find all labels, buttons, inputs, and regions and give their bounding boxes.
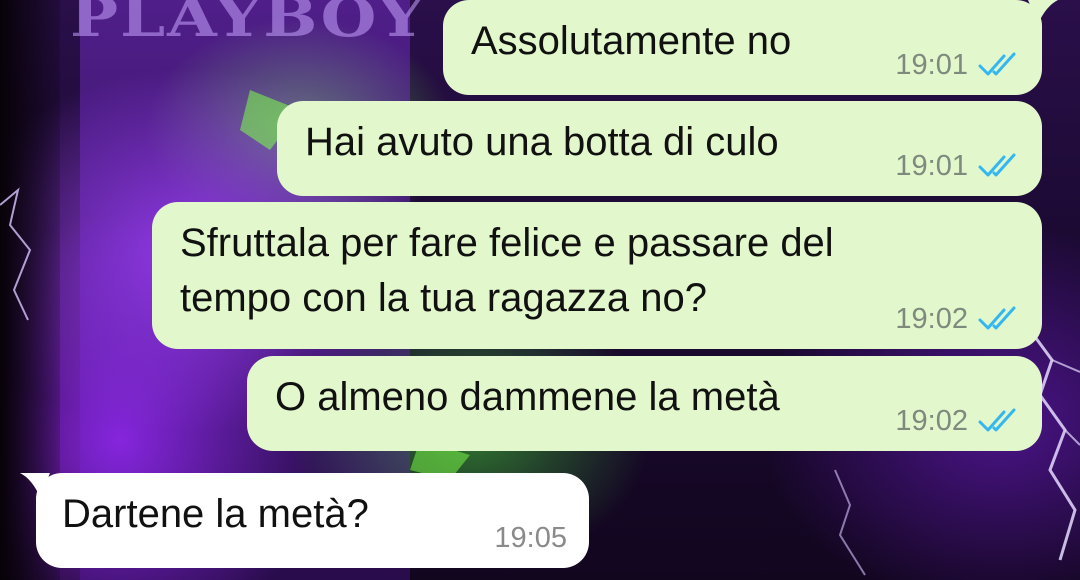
outgoing-message-bubble[interactable]: Hai avuto una botta di culo 19:01 <box>277 101 1042 196</box>
message-text: Dartene la metà? <box>62 492 369 536</box>
message-meta: 19:01 <box>895 49 1020 81</box>
message-time: 19:01 <box>895 150 968 182</box>
incoming-message-bubble[interactable]: Dartene la metà? 19:05 <box>20 473 589 568</box>
double-check-read-icon <box>978 153 1016 177</box>
message-time: 19:05 <box>494 522 567 554</box>
message-time: 19:01 <box>895 49 968 81</box>
message-time: 19:02 <box>895 405 968 437</box>
message-text: Hai avuto una botta di culo <box>305 120 779 164</box>
outgoing-message-bubble[interactable]: O almeno dammene la metà 19:02 <box>247 356 1042 451</box>
chat-message-list[interactable]: Assolutamente no 19:01 Hai avuto una bot… <box>0 0 1080 580</box>
outgoing-message-bubble[interactable]: Sfruttala per fare felice e passare del … <box>152 202 1042 349</box>
message-meta: 19:05 <box>494 522 567 554</box>
message-text: Sfruttala per fare felice e passare del … <box>180 221 834 320</box>
message-meta: 19:02 <box>895 303 1020 335</box>
message-meta: 19:01 <box>895 150 1020 182</box>
message-text: Assolutamente no <box>471 19 792 63</box>
bubble-tail <box>1028 0 1058 24</box>
message-text: O almeno dammene la metà <box>275 375 780 419</box>
bubble-tail <box>20 473 50 497</box>
outgoing-message-bubble[interactable]: Assolutamente no 19:01 <box>443 0 1058 95</box>
double-check-read-icon <box>978 52 1016 76</box>
double-check-read-icon <box>978 408 1016 432</box>
message-time: 19:02 <box>895 303 968 335</box>
double-check-read-icon <box>978 306 1016 330</box>
message-meta: 19:02 <box>895 405 1020 437</box>
